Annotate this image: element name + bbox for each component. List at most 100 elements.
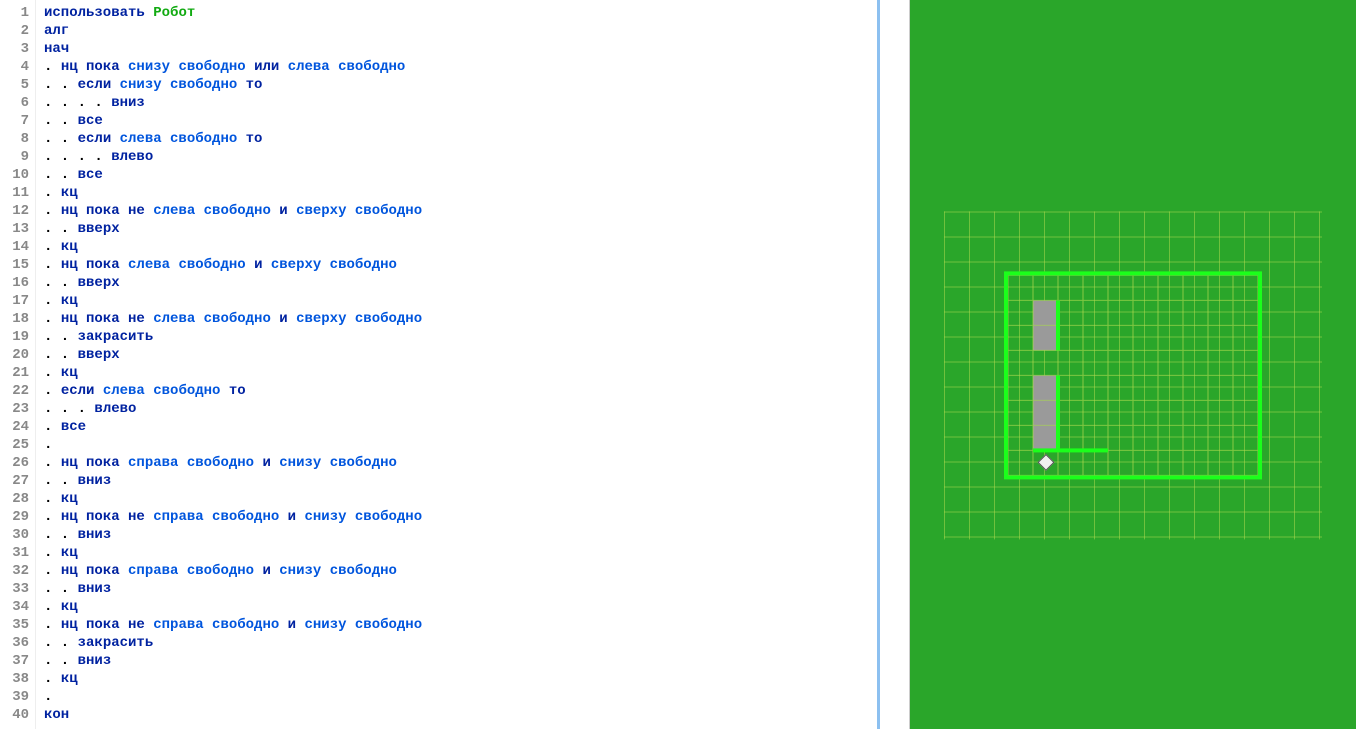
field-cell <box>1083 350 1108 375</box>
code-line[interactable]: . . все <box>44 166 877 184</box>
inner-wall <box>1056 300 1060 350</box>
inner-wall <box>1056 375 1060 450</box>
code-line[interactable]: . <box>44 436 877 454</box>
code-line[interactable]: кон <box>44 706 877 724</box>
field-cell <box>1158 375 1183 400</box>
field-boundary-wall <box>1004 271 1262 479</box>
code-line[interactable]: . . если слева свободно то <box>44 130 877 148</box>
field-cell <box>1058 375 1083 400</box>
field-cell <box>1233 350 1258 375</box>
field-cell <box>1208 375 1233 400</box>
code-line[interactable]: . . вниз <box>44 580 877 598</box>
field-cell <box>1233 400 1258 425</box>
field-cell <box>1133 425 1158 450</box>
code-line[interactable]: . кц <box>44 670 877 688</box>
code-line[interactable]: . все <box>44 418 877 436</box>
code-editor-pane[interactable]: 1234567891011121314151617181920212223242… <box>0 0 880 729</box>
field-cell <box>1058 300 1083 325</box>
code-area[interactable]: использовать Роботалгнач. нц пока снизу … <box>36 0 877 729</box>
code-line[interactable]: . . . . влево <box>44 148 877 166</box>
field-cell <box>1158 325 1183 350</box>
field-cell <box>1083 375 1108 400</box>
code-line[interactable]: . кц <box>44 184 877 202</box>
robot-field-pane <box>910 0 1356 729</box>
code-line[interactable]: . кц <box>44 544 877 562</box>
field-cell <box>1158 300 1183 325</box>
code-line[interactable]: . . вверх <box>44 274 877 292</box>
line-number-gutter: 1234567891011121314151617181920212223242… <box>0 0 36 729</box>
code-line[interactable]: . нц пока не справа свободно и снизу сво… <box>44 508 877 526</box>
field-cell <box>1058 325 1083 350</box>
field-cell <box>1158 275 1183 300</box>
field-cell <box>1183 400 1208 425</box>
code-line[interactable]: . . закрасить <box>44 328 877 346</box>
code-line[interactable]: . . вверх <box>44 220 877 238</box>
code-line[interactable]: . . вниз <box>44 652 877 670</box>
code-line[interactable]: . кц <box>44 364 877 382</box>
code-line[interactable]: . . . влево <box>44 400 877 418</box>
code-line[interactable]: . . вниз <box>44 526 877 544</box>
field-cell <box>1008 425 1033 450</box>
field-cell <box>1058 275 1083 300</box>
field-cell <box>1183 350 1208 375</box>
field-cell <box>1133 300 1158 325</box>
field-cell <box>1183 450 1208 475</box>
code-line[interactable]: . нц пока снизу свободно или слева свобо… <box>44 58 877 76</box>
field-cell <box>1008 325 1033 350</box>
field-cell <box>1183 300 1208 325</box>
field-cell <box>1108 450 1133 475</box>
code-line[interactable]: . . если снизу свободно то <box>44 76 877 94</box>
code-line[interactable]: . нц пока не справа свободно и снизу сво… <box>44 616 877 634</box>
field-cell <box>1158 425 1183 450</box>
field-cell <box>1183 375 1208 400</box>
field-cell <box>1058 350 1083 375</box>
field-cell <box>1008 300 1033 325</box>
code-line[interactable]: . кц <box>44 238 877 256</box>
field-cell <box>1208 275 1233 300</box>
field-cell-painted <box>1033 375 1058 400</box>
field-cell <box>1058 425 1083 450</box>
field-cell <box>1083 300 1108 325</box>
code-line[interactable]: . нц пока справа свободно и снизу свобод… <box>44 454 877 472</box>
field-cell <box>1108 425 1133 450</box>
code-line[interactable]: . . все <box>44 112 877 130</box>
field-cell <box>1008 375 1033 400</box>
code-line[interactable]: нач <box>44 40 877 58</box>
field-cell <box>1108 400 1133 425</box>
field-cell <box>1133 325 1158 350</box>
field-cell <box>1133 375 1158 400</box>
field-cell <box>1233 300 1258 325</box>
field-cell <box>1208 425 1233 450</box>
code-line[interactable]: использовать Робот <box>44 4 877 22</box>
code-line[interactable]: . <box>44 688 877 706</box>
field-cell <box>1233 325 1258 350</box>
code-line[interactable]: . нц пока не слева свободно и сверху сво… <box>44 310 877 328</box>
field-cell <box>1033 350 1058 375</box>
code-line[interactable]: . кц <box>44 598 877 616</box>
field-cell <box>1208 350 1233 375</box>
field-cell <box>1083 425 1108 450</box>
code-line[interactable]: . нц пока справа свободно и снизу свобод… <box>44 562 877 580</box>
code-line[interactable]: . если слева свободно то <box>44 382 877 400</box>
field-cell <box>1208 300 1233 325</box>
robot-field <box>1004 271 1262 479</box>
field-cell <box>1158 450 1183 475</box>
field-cell <box>1158 400 1183 425</box>
code-line[interactable]: . . вверх <box>44 346 877 364</box>
code-line[interactable]: . . . . вниз <box>44 94 877 112</box>
field-cell <box>1233 425 1258 450</box>
code-line[interactable]: . нц пока слева свободно и сверху свобод… <box>44 256 877 274</box>
field-cell <box>1133 275 1158 300</box>
field-cell <box>1133 450 1158 475</box>
field-cell <box>1008 350 1033 375</box>
code-line[interactable]: . кц <box>44 490 877 508</box>
code-line[interactable]: . . закрасить <box>44 634 877 652</box>
code-line[interactable]: алг <box>44 22 877 40</box>
field-cell <box>1083 275 1108 300</box>
field-cell <box>1233 450 1258 475</box>
field-cell <box>1208 325 1233 350</box>
code-line[interactable]: . нц пока не слева свободно и сверху сво… <box>44 202 877 220</box>
code-line[interactable]: . кц <box>44 292 877 310</box>
code-line[interactable]: . . вниз <box>44 472 877 490</box>
field-cell <box>1108 375 1133 400</box>
